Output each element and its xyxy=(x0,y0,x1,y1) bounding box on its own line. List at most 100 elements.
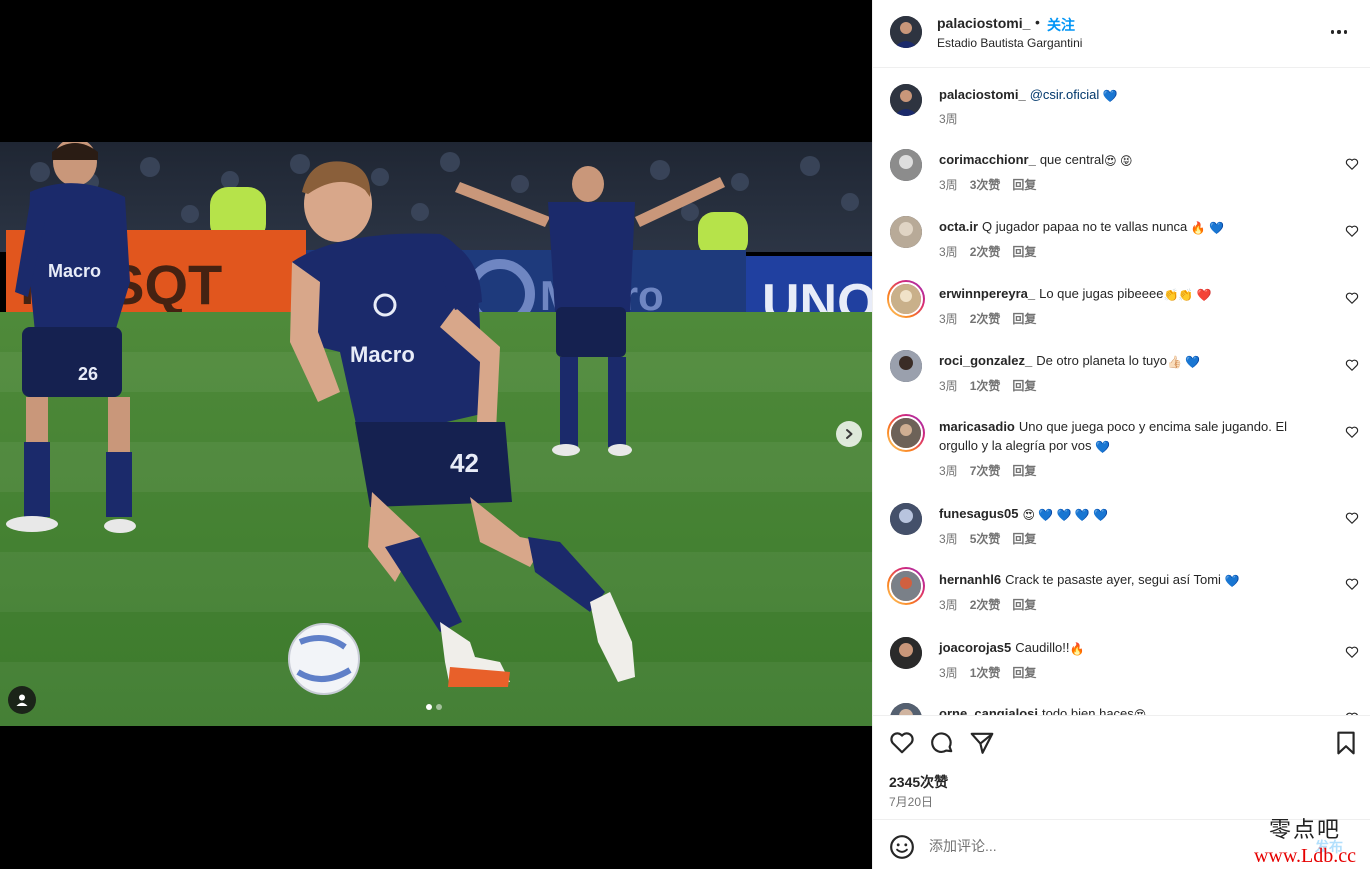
author-avatar[interactable] xyxy=(890,16,922,48)
commenter-avatar-story-ring[interactable] xyxy=(887,414,925,452)
emoji-picker-button[interactable] xyxy=(889,834,915,860)
comment-text: Lo que jugas pibeeee xyxy=(1039,286,1164,301)
carousel-dot-active xyxy=(426,704,432,710)
reply-button[interactable]: 回复 xyxy=(1012,377,1036,394)
caption-time[interactable]: 3周 xyxy=(939,110,958,127)
comment-likes[interactable]: 2次赞 xyxy=(970,310,1001,327)
caption-username[interactable]: palaciostomi_ xyxy=(939,87,1026,102)
comment-likes[interactable]: 2次赞 xyxy=(970,243,1001,260)
reply-button[interactable]: 回复 xyxy=(1012,530,1036,547)
commenter-avatar-story-ring[interactable] xyxy=(887,280,925,318)
comments-list[interactable]: palaciostomi_ @csir.oficial 💙 3周 corimacc… xyxy=(873,69,1370,715)
commenter-avatar[interactable] xyxy=(890,350,922,382)
comment-text: todo bien haces xyxy=(1041,706,1134,715)
reply-button[interactable]: 回复 xyxy=(1012,664,1036,681)
comment-username[interactable]: maricasadio xyxy=(939,419,1015,434)
football-photo-illustration: MUSQT Macro UNO 26 Macro xyxy=(0,142,872,726)
comment-username[interactable]: orne_cangialosi xyxy=(939,706,1038,715)
comment-time[interactable]: 3周 xyxy=(939,377,958,394)
comment-emoji: 🔥 💙 xyxy=(1190,221,1225,235)
heart-icon[interactable] xyxy=(1345,358,1359,372)
comment-time[interactable]: 3周 xyxy=(939,664,958,681)
tagged-users-button[interactable] xyxy=(8,686,36,714)
avatar-image xyxy=(890,16,922,48)
heart-icon[interactable] xyxy=(1345,291,1359,305)
comment-time[interactable]: 3周 xyxy=(939,596,958,613)
comment-text: Crack te pasaste ayer, segui así Tomi xyxy=(1005,572,1221,587)
comment-emoji: 😍 😝 xyxy=(1104,154,1133,168)
site-watermark: 零点吧 www.Ldb.cc xyxy=(1244,818,1366,868)
comment-likes[interactable]: 3次赞 xyxy=(970,176,1001,193)
comment-time[interactable]: 3周 xyxy=(939,462,958,479)
carousel-dot xyxy=(436,704,442,710)
comment-username[interactable]: corimacchionr_ xyxy=(939,152,1036,167)
comment-emoji: 💙 xyxy=(1224,574,1240,588)
comment-username[interactable]: erwinnpereyra_ xyxy=(939,286,1035,301)
heart-icon[interactable] xyxy=(1345,157,1359,171)
next-photo-button[interactable] xyxy=(836,421,862,447)
more-options-button[interactable] xyxy=(1328,22,1350,42)
heart-icon[interactable] xyxy=(1345,577,1359,591)
heart-icon[interactable] xyxy=(1345,224,1359,238)
author-username[interactable]: palaciostomi_ xyxy=(937,15,1030,31)
comment-text: Q jugador papaa no te vallas nunca xyxy=(982,219,1188,234)
comment-username[interactable]: funesagus05 xyxy=(939,506,1018,521)
save-button[interactable] xyxy=(1333,730,1359,756)
comment-text: De otro planeta lo tuyo xyxy=(1036,353,1168,368)
commenter-avatar[interactable] xyxy=(890,216,922,248)
heart-icon[interactable] xyxy=(1345,425,1359,439)
share-icon xyxy=(970,732,994,754)
comment-likes[interactable]: 5次赞 xyxy=(970,530,1001,547)
comment-likes[interactable]: 1次赞 xyxy=(970,377,1001,394)
like-button[interactable] xyxy=(889,730,915,756)
post-date[interactable]: 7月20日 xyxy=(889,793,933,810)
jersey-number-left: 26 xyxy=(78,364,98,384)
comment-likes[interactable]: 2次赞 xyxy=(970,596,1001,613)
media-pane: MUSQT Macro UNO 26 Macro xyxy=(0,0,872,869)
jersey-number-main: 42 xyxy=(450,448,479,478)
comment-text: Caudillo!! xyxy=(1015,640,1070,655)
post-photo[interactable]: MUSQT Macro UNO 26 Macro xyxy=(0,142,872,726)
commenter-avatar[interactable] xyxy=(890,149,922,181)
comment-time[interactable]: 3周 xyxy=(939,243,958,260)
heart-icon[interactable] xyxy=(1345,645,1359,659)
comment-username[interactable]: joacorojas5 xyxy=(939,640,1011,655)
caption-avatar[interactable] xyxy=(890,84,922,116)
commenter-avatar[interactable] xyxy=(890,503,922,535)
comment-text: que central xyxy=(1039,152,1105,167)
comment-button[interactable] xyxy=(929,730,955,756)
comment-time[interactable]: 3周 xyxy=(939,530,958,547)
jersey-sponsor-left: Macro xyxy=(48,261,101,281)
post-actions: 2345次赞 7月20日 xyxy=(873,715,1370,819)
watermark-title: 零点吧 xyxy=(1268,818,1341,843)
comment-emoji: 😍 💙 💙 💙 💙 xyxy=(1022,508,1109,522)
follow-button[interactable]: 关注 xyxy=(1047,15,1075,35)
comment-likes[interactable]: 7次赞 xyxy=(970,462,1001,479)
post-side-panel: palaciostomi_ • 关注 Estadio Bautista Garg… xyxy=(872,0,1370,869)
reply-button[interactable]: 回复 xyxy=(1012,243,1036,260)
reply-button[interactable]: 回复 xyxy=(1012,176,1036,193)
comment-emoji: 👏👏 ❤️ xyxy=(1163,288,1212,302)
comment-likes[interactable]: 1次赞 xyxy=(970,664,1001,681)
comment-time[interactable]: 3周 xyxy=(939,176,958,193)
comment-username[interactable]: hernanhl6 xyxy=(939,572,1001,587)
commenter-avatar[interactable] xyxy=(890,703,922,715)
comment-input[interactable] xyxy=(929,834,1259,858)
caption-mention[interactable]: @csir.oficial xyxy=(1030,87,1100,102)
comment-username[interactable]: roci_gonzalez_ xyxy=(939,353,1032,368)
football xyxy=(288,623,360,695)
like-count[interactable]: 2345次赞 xyxy=(889,772,948,792)
commenter-avatar[interactable] xyxy=(890,637,922,669)
comment-time[interactable]: 3周 xyxy=(939,310,958,327)
post-header: palaciostomi_ • 关注 Estadio Bautista Garg… xyxy=(873,0,1370,68)
heart-icon[interactable] xyxy=(1345,511,1359,525)
reply-button[interactable]: 回复 xyxy=(1012,596,1036,613)
share-button[interactable] xyxy=(969,730,995,756)
commenter-avatar-story-ring[interactable] xyxy=(887,567,925,605)
comment-username[interactable]: octa.ir xyxy=(939,219,978,234)
comment-icon xyxy=(931,732,953,753)
post-location[interactable]: Estadio Bautista Gargantini xyxy=(937,36,1082,50)
reply-button[interactable]: 回复 xyxy=(1012,310,1036,327)
caption-emoji: 💙 xyxy=(1102,89,1118,103)
reply-button[interactable]: 回复 xyxy=(1012,462,1036,479)
